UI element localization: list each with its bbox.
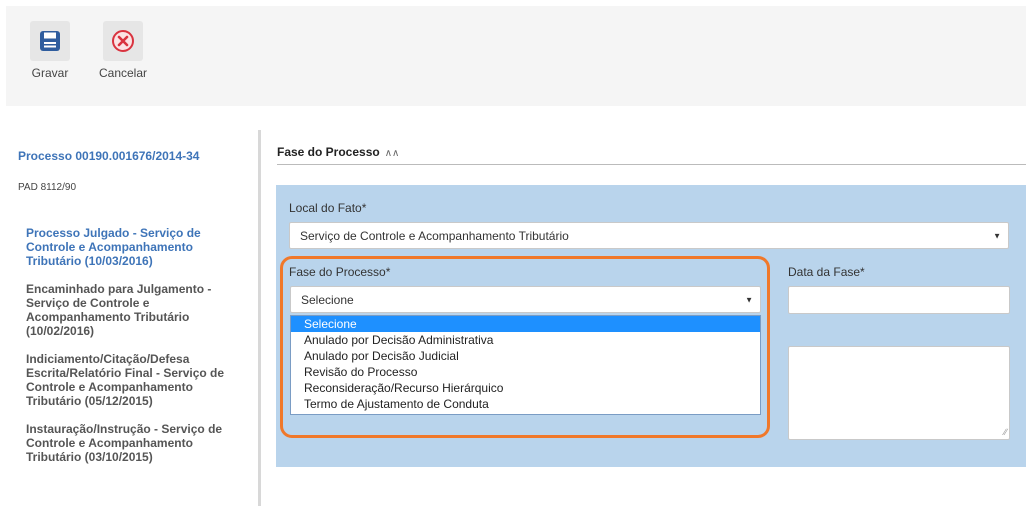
dropdown-option[interactable]: Reconsideração/Recurso Hierárquico — [291, 380, 760, 396]
resize-handle-icon[interactable]: ∕∕ — [1004, 427, 1007, 437]
fase-dropdown-list: Selecione Anulado por Decisão Administra… — [290, 315, 761, 415]
caret-down-icon: ▼ — [745, 295, 753, 304]
save-icon-box — [30, 21, 70, 61]
dropdown-option[interactable]: Anulado por Decisão Judicial — [291, 348, 760, 364]
dropdown-option[interactable]: Anulado por Decisão Administrativa — [291, 332, 760, 348]
pad-reference: PAD 8112/90 — [18, 182, 77, 193]
toolbar: Gravar Cancelar — [6, 6, 1026, 106]
description-textarea[interactable]: ∕∕ — [788, 346, 1010, 440]
caret-down-icon: ▼ — [993, 231, 1001, 240]
fase-select-value: Selecione — [301, 292, 354, 307]
save-icon — [40, 31, 60, 51]
sidebar: Processo 00190.001676/2014-34 PAD 8112/9… — [0, 130, 258, 506]
process-title[interactable]: Processo 00190.001676/2014-34 — [18, 149, 199, 163]
save-button[interactable]: Gravar — [28, 6, 72, 80]
timeline-item[interactable]: Indiciamento/Citação/Defesa Escrita/Rela… — [26, 352, 238, 408]
cancel-label: Cancelar — [98, 66, 148, 80]
local-label: Local do Fato* — [289, 201, 367, 215]
dropdown-option[interactable]: Termo de Ajustamento de Conduta — [291, 396, 760, 412]
cancel-icon-box — [103, 21, 143, 61]
timeline-item[interactable]: Instauração/Instrução - Serviço de Contr… — [26, 422, 238, 464]
data-fase-input[interactable] — [788, 286, 1010, 314]
dropdown-option[interactable]: Selecione — [291, 316, 760, 332]
local-select[interactable]: Serviço de Controle e Acompanhamento Tri… — [289, 222, 1009, 249]
cancel-button[interactable]: Cancelar — [86, 6, 160, 80]
local-select-value: Serviço de Controle e Acompanhamento Tri… — [300, 228, 569, 243]
cancel-icon — [112, 30, 134, 52]
sidebar-divider — [258, 130, 261, 506]
section-header[interactable]: Fase do Processo ∧∧ — [277, 145, 399, 159]
timeline-item[interactable]: Encaminhado para Julgamento - Serviço de… — [26, 282, 238, 338]
fase-select[interactable]: Selecione ▼ — [290, 286, 761, 313]
chevron-up-icon[interactable]: ∧∧ — [385, 148, 400, 159]
dropdown-option[interactable]: Revisão do Processo — [291, 364, 760, 380]
fase-label: Fase do Processo* — [289, 265, 391, 279]
section-divider — [277, 164, 1026, 165]
section-title: Fase do Processo — [277, 145, 380, 159]
process-timeline: Processo Julgado - Serviço de Controle e… — [26, 226, 238, 478]
save-label: Gravar — [31, 66, 69, 80]
timeline-item[interactable]: Processo Julgado - Serviço de Controle e… — [26, 226, 238, 268]
data-label: Data da Fase* — [788, 265, 865, 279]
